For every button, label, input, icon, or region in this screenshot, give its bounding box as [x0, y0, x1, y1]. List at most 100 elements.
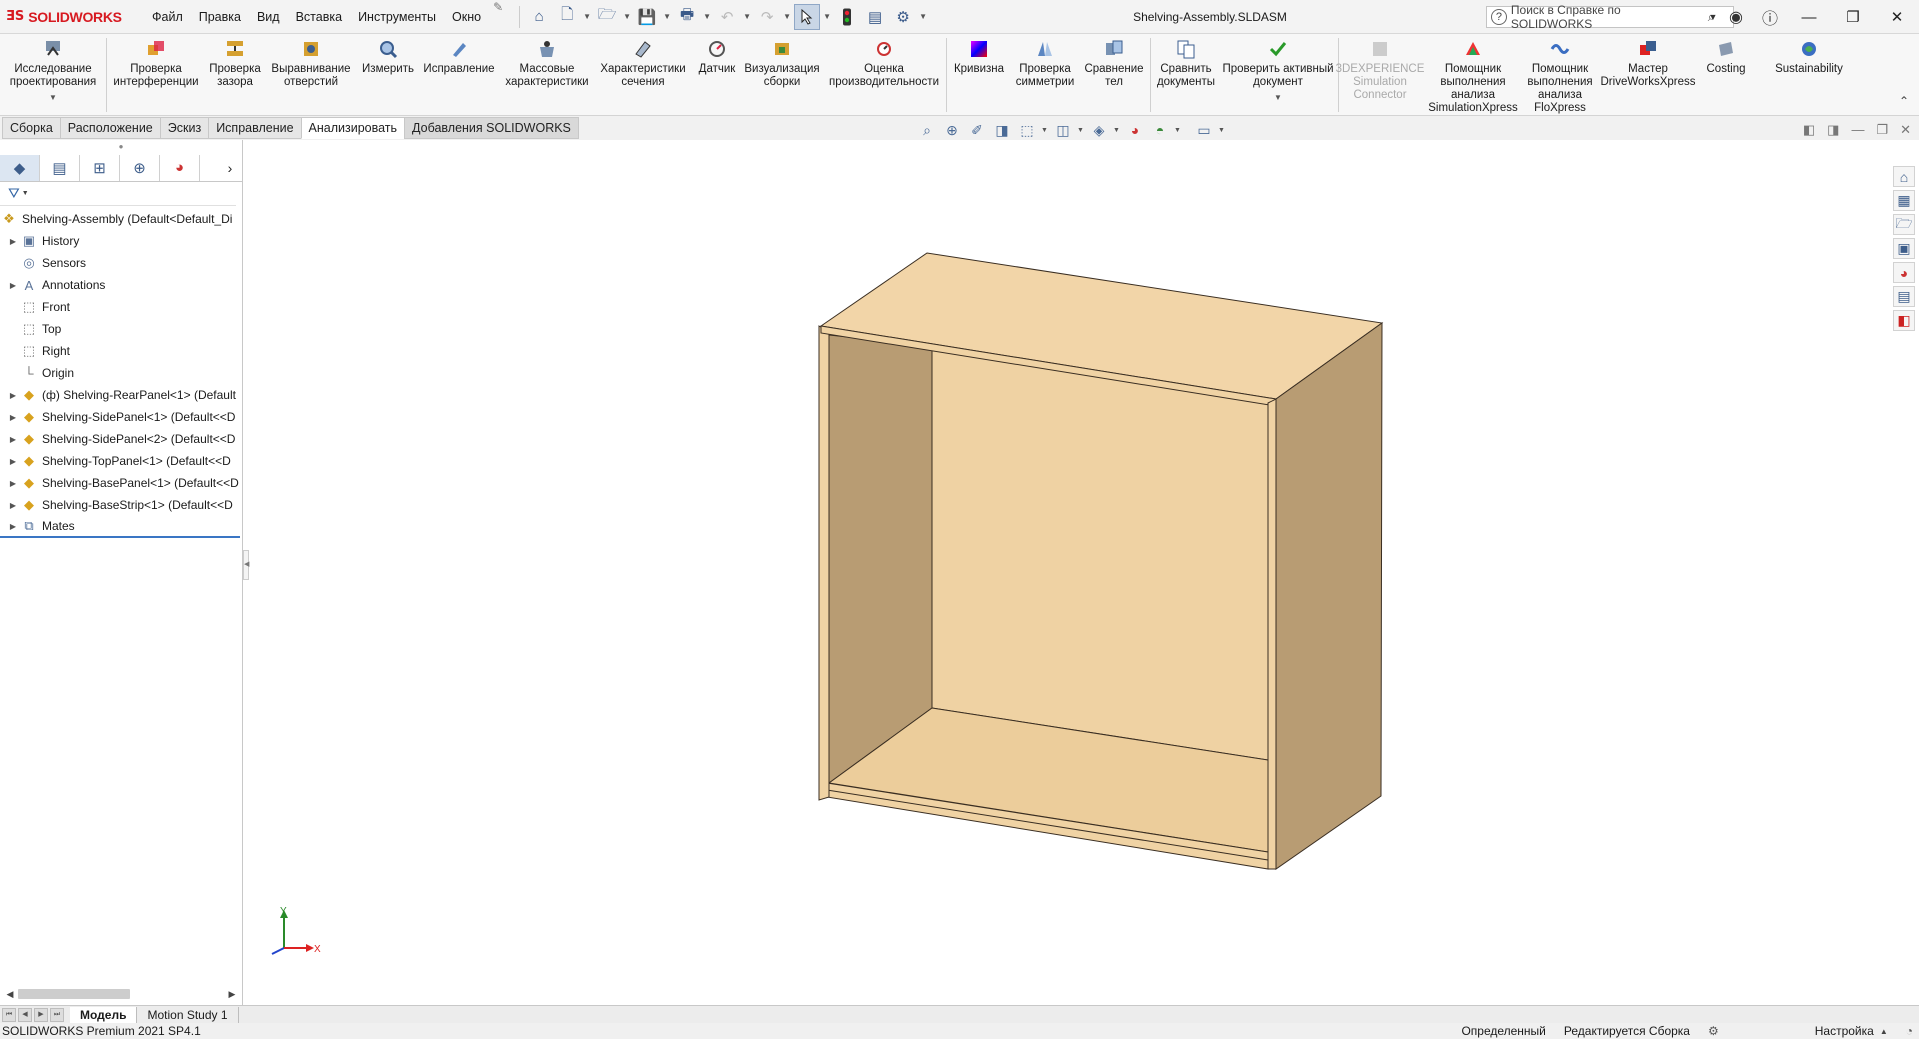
chevron-down-icon[interactable]: ▼ [49, 91, 57, 104]
chevron-down-icon[interactable]: ▼ [742, 12, 752, 21]
user-account-icon[interactable]: ◉ [1719, 7, 1753, 27]
assembly-visualization-button[interactable]: Визуализация сборки [742, 38, 822, 89]
file-explorer-icon[interactable]: 🗁 [1893, 214, 1915, 235]
next-tab-icon[interactable]: ▶ [34, 1007, 48, 1022]
save-icon[interactable]: 💾 [634, 4, 660, 30]
chevron-down-icon[interactable]: ▼ [702, 12, 712, 21]
new-document-icon[interactable]: 🗋 [554, 4, 580, 30]
split-right-icon[interactable]: ◨ [1827, 122, 1839, 138]
interference-check-button[interactable]: Проверка интерференции [110, 38, 202, 89]
view-palette-icon[interactable]: ▣ [1893, 238, 1915, 259]
compare-bodies-button[interactable]: Сравнение тел [1082, 38, 1146, 89]
check-active-document-button[interactable]: Проверить активный документ ▼ [1220, 38, 1336, 104]
floxpress-button[interactable]: Помощник выполнения анализа FloXpress [1520, 38, 1600, 115]
expand-arrow-icon[interactable]: ▶ [6, 457, 20, 466]
zoom-to-area-icon[interactable]: ⊕ [941, 120, 963, 140]
help-search-input[interactable]: ? Поиск в Справке по SOLIDWORKS ⌕ [1486, 3, 1734, 31]
measure-button[interactable]: Измерить [356, 38, 420, 76]
tree-item-origin[interactable]: └ Origin [0, 362, 240, 384]
sensor-button[interactable]: Датчик [692, 38, 742, 76]
pin-icon[interactable]: ✎ [493, 0, 503, 34]
scrollbar-thumb[interactable] [18, 989, 130, 999]
edit-appearance-icon[interactable]: ◕ [1124, 120, 1146, 140]
scroll-left-icon[interactable]: ◀ [4, 989, 16, 1000]
chevron-down-icon[interactable]: ▼ [1707, 12, 1719, 22]
options-gear-icon[interactable]: ⚙ [890, 4, 916, 30]
chevron-down-icon[interactable]: ▼ [1077, 127, 1085, 134]
tree-horizontal-scrollbar[interactable]: ◀ ▶ [4, 987, 238, 1001]
split-left-icon[interactable]: ◧ [1803, 122, 1815, 138]
tree-item-right-plane[interactable]: ⬚ Right [0, 340, 240, 362]
tree-item-history[interactable]: ▶ ▣ History [0, 230, 240, 252]
first-tab-icon[interactable]: ⏮ [2, 1007, 16, 1022]
chevron-down-icon[interactable]: ▼ [1274, 91, 1282, 104]
expand-arrow-icon[interactable]: ▶ [6, 237, 20, 246]
feature-manager-tab-icon[interactable]: ◆ [0, 154, 40, 181]
tree-item-side-panel-2[interactable]: ▶ ◆ Shelving-SidePanel<2> (Default<<D [0, 428, 240, 450]
chevron-down-icon[interactable]: ▼ [1113, 127, 1121, 134]
chevron-down-icon[interactable]: ▼ [1174, 127, 1182, 134]
expand-arrow-icon[interactable]: ▶ [6, 413, 20, 422]
menu-insert[interactable]: Вставка [288, 0, 350, 34]
curvature-button[interactable]: Кривизна [950, 38, 1008, 76]
tree-filter[interactable]: ⛛ ▼ [0, 182, 236, 206]
section-properties-button[interactable]: Характеристики сечения [596, 38, 690, 89]
performance-evaluation-button[interactable]: Оценка производительности [824, 38, 944, 89]
prev-tab-icon[interactable]: ◀ [18, 1007, 32, 1022]
solidworks-resources-icon[interactable]: ⌂ [1893, 166, 1915, 187]
tree-item-front-plane[interactable]: ⬚ Front [0, 296, 240, 318]
chevron-down-icon[interactable]: ▼ [22, 190, 29, 197]
units-settings[interactable]: Настройка [1815, 1024, 1874, 1038]
tree-item-rear-panel[interactable]: ▶ ◆ (ф) Shelving-RearPanel<1> (Default [0, 384, 240, 406]
tree-item-sensors[interactable]: ◎ Sensors [0, 252, 240, 274]
tree-item-base-panel[interactable]: ▶ ◆ Shelving-BasePanel<1> (Default<<D [0, 472, 240, 494]
chevron-down-icon[interactable]: ▼ [822, 12, 832, 21]
chevron-down-icon[interactable]: ▼ [918, 12, 928, 21]
design-library-icon[interactable]: ▦ [1893, 190, 1915, 211]
tab-layout[interactable]: Расположение [59, 117, 161, 139]
simulationxpress-button[interactable]: Помощник выполнения анализа SimulationXp… [1424, 38, 1522, 115]
expand-arrow-icon[interactable]: ▶ [6, 435, 20, 444]
restore-button[interactable]: ❐ [1831, 8, 1875, 26]
file-properties-icon[interactable]: ▤ [862, 4, 888, 30]
expand-arrow-icon[interactable]: ▶ [6, 522, 20, 531]
collapse-ribbon-icon[interactable]: ⌃ [1899, 94, 1909, 108]
clearance-check-button[interactable]: Проверка зазора [204, 38, 266, 89]
graphics-area[interactable] [0, 0, 1919, 1039]
expand-arrow-icon[interactable]: ▶ [6, 391, 20, 400]
solidworks-forum-icon[interactable]: ◧ [1893, 310, 1915, 331]
driveworksxpress-button[interactable]: Мастер DriveWorksXpress [1600, 38, 1696, 89]
chevron-up-icon[interactable]: ▲ [1880, 1027, 1888, 1036]
open-folder-icon[interactable]: 🗁 [594, 4, 620, 30]
chevron-down-icon[interactable]: ▼ [582, 12, 592, 21]
tree-root-assembly[interactable]: ❖ Shelving-Assembly (Default<Default_Di [0, 208, 240, 230]
solidworks-logo[interactable]: ƎS SOLIDWORKS [6, 9, 124, 25]
close-button[interactable]: ✕ [1875, 8, 1919, 26]
expand-arrow-icon[interactable]: ▶ [6, 501, 20, 510]
appearances-icon[interactable]: ◕ [1893, 262, 1915, 283]
zoom-to-fit-icon[interactable]: ⌕ [916, 120, 938, 140]
rebuild-icon[interactable] [834, 4, 860, 30]
menu-file[interactable]: Файл [144, 0, 191, 34]
tab-model[interactable]: Модель [70, 1006, 138, 1023]
configuration-manager-tab-icon[interactable]: ⊞ [80, 154, 120, 181]
viewport-restore-icon[interactable]: ❐ [1876, 122, 1888, 138]
expand-arrow-icon[interactable]: ▶ [6, 479, 20, 488]
sustainability-button[interactable]: Sustainability [1764, 38, 1854, 76]
view-orientation-icon[interactable]: ⬚ [1016, 120, 1038, 140]
tab-evaluate[interactable]: Анализировать [300, 117, 406, 139]
tab-assembly[interactable]: Сборка [2, 117, 61, 139]
minimize-button[interactable]: — [1787, 9, 1831, 26]
custom-properties-icon[interactable]: ▤ [1893, 286, 1915, 307]
tab-motion-study-1[interactable]: Motion Study 1 [137, 1006, 239, 1023]
chevron-down-icon[interactable]: ▼ [1218, 127, 1226, 134]
hole-alignment-button[interactable]: Выравнивание отверстий [268, 38, 354, 89]
display-style-icon[interactable]: ◫ [1052, 120, 1074, 140]
last-tab-icon[interactable]: ⏭ [50, 1007, 64, 1022]
tree-item-base-strip[interactable]: ▶ ◆ Shelving-BaseStrip<1> (Default<<D [0, 494, 240, 516]
mass-properties-button[interactable]: Массовые характеристики [502, 38, 592, 89]
hide-show-items-icon[interactable]: ◈ [1088, 120, 1110, 140]
tab-solidworks-addins[interactable]: Добавления SOLIDWORKS [404, 117, 579, 139]
scroll-right-icon[interactable]: ▶ [226, 989, 238, 1000]
expand-arrow-icon[interactable]: ▶ [6, 281, 20, 290]
